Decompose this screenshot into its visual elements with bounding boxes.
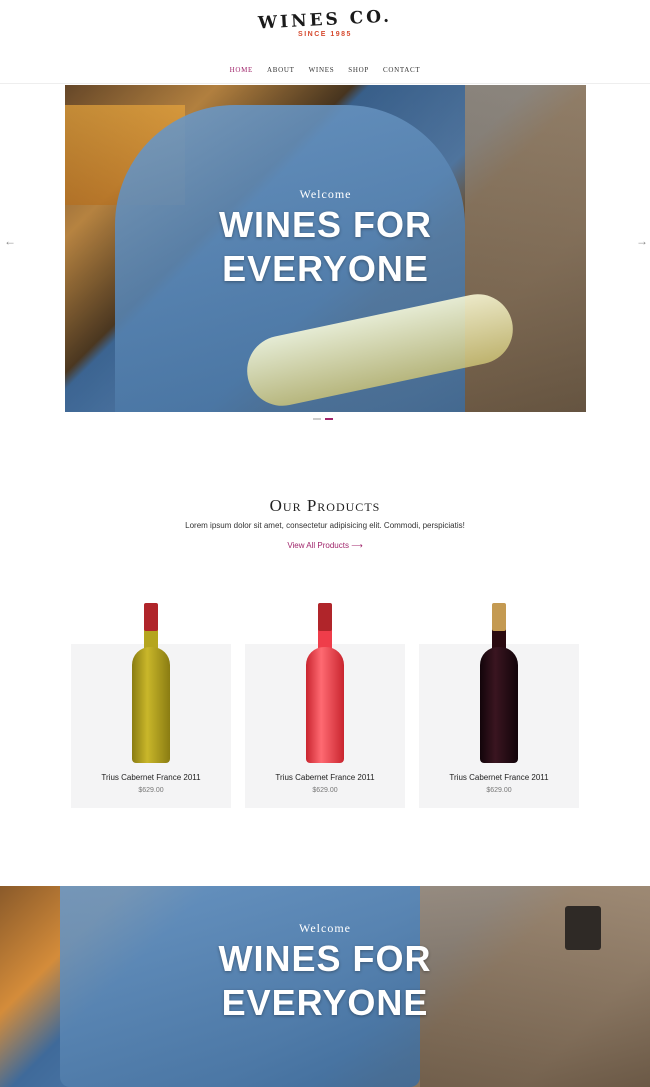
hero-kicker: Welcome: [299, 187, 352, 201]
banner-title-line2: EVERYONE: [221, 982, 429, 1023]
bottle-cap: [144, 603, 158, 631]
product-card[interactable]: Trius Cabernet France 2011 $629.00: [419, 603, 579, 808]
nav-contact[interactable]: CONTACT: [383, 66, 420, 74]
slider-dots: [313, 418, 333, 420]
product-price: $629.00: [138, 787, 164, 794]
site-header: WINES CO. SINCE 1985 HOME ABOUT WINES SH…: [0, 0, 650, 84]
nav-shop[interactable]: SHOP: [348, 66, 369, 74]
products-description: Lorem ipsum dolor sit amet, consectetur …: [185, 521, 465, 530]
wine-bottle-image[interactable]: [480, 603, 518, 763]
logo-tagline: SINCE 1985: [298, 31, 352, 38]
bottle-body: [480, 647, 518, 763]
product-card[interactable]: Trius Cabernet France 2011 $629.00: [245, 603, 405, 808]
product-price: $629.00: [486, 787, 512, 794]
banner-caption: Welcome WINES FOR EVERYONE: [0, 921, 650, 1024]
product-price: $629.00: [312, 787, 338, 794]
bottle-body: [132, 647, 170, 763]
parallax-banner: Welcome WINES FOR EVERYONE: [0, 886, 650, 1087]
banner-title-line1: WINES FOR: [218, 938, 432, 979]
product-name[interactable]: Trius Cabernet France 2011: [71, 773, 231, 782]
bottle-cap: [318, 603, 332, 631]
slider-dot-2[interactable]: [325, 418, 333, 420]
hero-title-line1: WINES FOR: [219, 204, 432, 245]
product-card[interactable]: Trius Cabernet France 2011 $629.00: [71, 603, 231, 808]
wine-bottle-image[interactable]: [132, 603, 170, 763]
wine-bottle-image[interactable]: [306, 603, 344, 763]
nav-about[interactable]: ABOUT: [267, 66, 295, 74]
slider-dot-1[interactable]: [313, 418, 321, 420]
main-nav: HOME ABOUT WINES SHOP CONTACT: [0, 66, 650, 74]
nav-home[interactable]: HOME: [230, 66, 253, 74]
view-all-products-link[interactable]: View All Products ⟶: [0, 541, 650, 550]
bottle-cap: [492, 603, 506, 631]
product-name[interactable]: Trius Cabernet France 2011: [419, 773, 579, 782]
banner-kicker: Welcome: [298, 921, 351, 935]
product-name[interactable]: Trius Cabernet France 2011: [245, 773, 405, 782]
slider-next-arrow-icon[interactable]: →: [636, 234, 648, 248]
logo[interactable]: WINES CO. SINCE 1985: [0, 7, 650, 38]
products-title: Our Products: [269, 496, 381, 515]
hero-caption: Welcome WINES FOR EVERYONE: [65, 187, 586, 290]
nav-wines[interactable]: WINES: [309, 66, 335, 74]
slider-prev-arrow-icon[interactable]: ←: [4, 234, 16, 248]
hero-slider: Welcome WINES FOR EVERYONE: [65, 85, 586, 412]
hero-title-line2: EVERYONE: [222, 248, 429, 289]
bottle-body: [306, 647, 344, 763]
logo-text[interactable]: WINES CO.: [258, 7, 393, 34]
